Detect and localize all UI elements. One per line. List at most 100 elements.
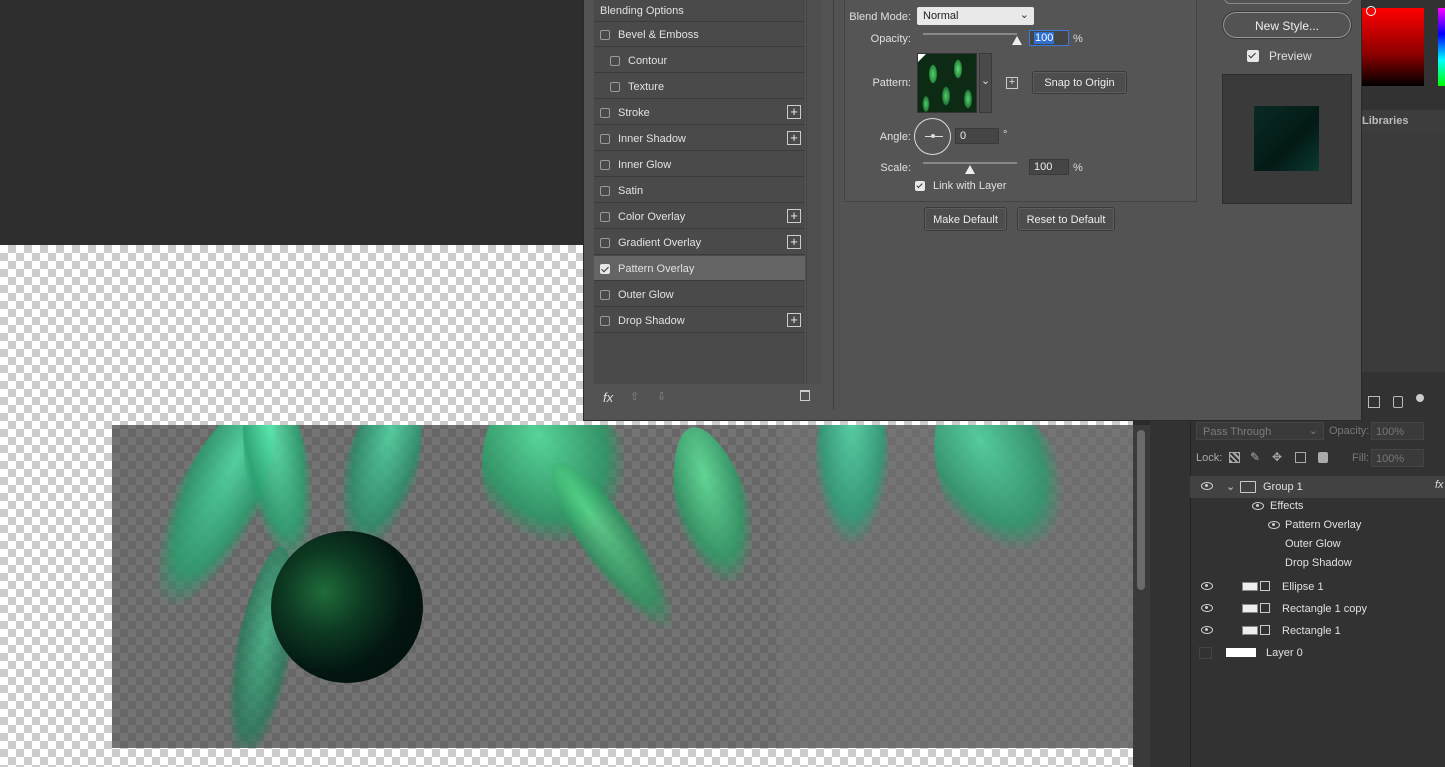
style-item-outer-glow[interactable]: Outer Glow [594, 282, 805, 307]
style-checkbox[interactable] [600, 30, 610, 40]
style-item-label: Inner Glow [618, 159, 672, 171]
layer-row-rectangle-1[interactable]: Rectangle 1 [1190, 620, 1445, 642]
arrow-down-icon[interactable]: ⇩ [657, 390, 666, 403]
style-item-label: Bevel & Emboss [618, 29, 699, 41]
style-item-inner-glow[interactable]: Inner Glow [594, 152, 805, 177]
layer-row-effects[interactable]: Effects [1190, 496, 1445, 516]
style-item-satin[interactable]: Satin [594, 178, 805, 203]
layer-blend-mode-value: Pass Through [1203, 426, 1272, 438]
style-checkbox[interactable] [600, 290, 610, 300]
make-default-button[interactable]: Make Default [924, 207, 1007, 231]
style-checkbox[interactable] [610, 82, 620, 92]
link-with-layer-checkbox[interactable] [915, 181, 925, 191]
canvas-artwork[interactable] [112, 425, 1133, 748]
eye-icon[interactable] [1201, 582, 1213, 590]
fx-icon[interactable]: fx [1435, 479, 1444, 491]
preview-checkbox[interactable] [1247, 50, 1259, 62]
trash-icon[interactable] [800, 390, 810, 401]
style-checkbox[interactable] [610, 56, 620, 66]
eye-icon[interactable] [1201, 482, 1213, 490]
snap-to-origin-button[interactable]: Snap to Origin [1032, 71, 1127, 94]
lock-filter-icon[interactable] [1393, 396, 1403, 408]
color-picker-field[interactable] [1362, 8, 1424, 86]
scale-slider-thumb[interactable] [965, 165, 975, 174]
lock-all-icon[interactable] [1318, 452, 1328, 463]
new-style-button[interactable]: New Style... [1222, 11, 1352, 39]
layer-row-group-1[interactable]: ⌄ Group 1 fx [1190, 476, 1445, 498]
blend-mode-label: Blend Mode: [849, 11, 911, 23]
fill-field[interactable]: 100% [1371, 449, 1424, 467]
style-item-inner-shadow[interactable]: Inner Shadow + [594, 126, 805, 151]
blend-mode-select[interactable]: Normal ⌄ [917, 7, 1034, 25]
style-item-blending-options[interactable]: Blending Options [594, 0, 805, 22]
eye-icon[interactable] [1268, 521, 1280, 529]
add-effect-icon[interactable]: + [787, 235, 801, 249]
eye-icon[interactable] [1201, 604, 1213, 612]
lock-artboard-icon[interactable] [1295, 452, 1306, 463]
canvas-scroll-thumb[interactable] [1137, 430, 1145, 590]
lock-transparent-icon[interactable] [1229, 452, 1240, 463]
style-item-bevel-emboss[interactable]: Bevel & Emboss [594, 22, 805, 47]
angle-field[interactable]: 0 [955, 128, 999, 144]
angle-dial[interactable] [914, 118, 951, 155]
style-item-pattern-overlay[interactable]: Pattern Overlay [594, 256, 805, 281]
layer-row-pattern-overlay[interactable]: Pattern Overlay [1190, 515, 1445, 535]
layer-opacity-field[interactable]: 100% [1371, 422, 1424, 440]
degree-symbol: ° [1003, 129, 1008, 141]
pattern-thumbnail[interactable] [917, 53, 977, 113]
pattern-picker-chevron[interactable]: ⌄ [979, 53, 992, 113]
opacity-slider-thumb[interactable] [1012, 36, 1022, 45]
opacity-slider-track[interactable] [923, 33, 1017, 35]
eye-icon[interactable] [1252, 502, 1264, 510]
style-checkbox[interactable] [600, 160, 610, 170]
style-checkbox[interactable] [600, 134, 610, 144]
lock-position-icon[interactable]: ✥ [1272, 450, 1282, 464]
opacity-label: Opacity: [870, 33, 911, 45]
hue-slider[interactable] [1438, 8, 1445, 86]
artboard-filter-icon[interactable] [1368, 396, 1380, 408]
ellipse-1-shape[interactable] [271, 531, 423, 683]
scale-slider-track[interactable] [923, 162, 1017, 164]
ok-button-edge[interactable] [1224, 0, 1352, 4]
style-checkbox[interactable] [600, 264, 610, 274]
add-effect-icon[interactable]: + [787, 313, 801, 327]
layer-row-outer-glow[interactable]: Outer Glow [1190, 534, 1445, 554]
style-checkbox[interactable] [600, 108, 610, 118]
visibility-toggle-empty[interactable] [1199, 647, 1212, 659]
layer-blend-mode-select[interactable]: Pass Through ⌄ [1196, 422, 1324, 440]
lock-image-icon[interactable]: ✎ [1250, 450, 1260, 464]
styles-list-scrollbar[interactable] [806, 0, 821, 384]
layer-row-drop-shadow[interactable]: Drop Shadow [1190, 553, 1445, 573]
scale-field[interactable]: 100 [1029, 159, 1069, 175]
fill-value: 100% [1376, 453, 1405, 465]
style-item-drop-shadow[interactable]: Drop Shadow + [594, 308, 805, 333]
style-checkbox[interactable] [600, 186, 610, 196]
layer-opacity-label: Opacity: [1329, 425, 1370, 437]
add-effect-icon[interactable]: + [787, 105, 801, 119]
style-item-contour[interactable]: Contour [594, 48, 805, 73]
pattern-label: Pattern: [872, 77, 911, 89]
layer-thumbnail [1242, 604, 1258, 613]
layer-row-rectangle-1-copy[interactable]: Rectangle 1 copy [1190, 598, 1445, 620]
arrow-up-icon[interactable]: ⇧ [630, 390, 639, 403]
style-checkbox[interactable] [600, 238, 610, 248]
new-preset-icon[interactable]: + [1006, 77, 1018, 89]
chevron-down-icon[interactable]: ⌄ [1226, 480, 1235, 493]
style-item-color-overlay[interactable]: Color Overlay + [594, 204, 805, 229]
add-effect-icon[interactable]: + [787, 209, 801, 223]
eye-icon[interactable] [1201, 626, 1213, 634]
style-checkbox[interactable] [600, 212, 610, 222]
opacity-field[interactable]: 100 [1029, 30, 1069, 46]
check-icon [1248, 50, 1256, 59]
layer-row-layer-0[interactable]: Layer 0 [1190, 642, 1445, 664]
layer-row-ellipse-1[interactable]: Ellipse 1 [1190, 576, 1445, 598]
style-item-texture[interactable]: Texture [594, 74, 805, 99]
add-effect-icon[interactable]: + [787, 131, 801, 145]
filter-toggle-icon[interactable] [1416, 394, 1424, 402]
fx-menu-icon[interactable]: fx [603, 390, 613, 405]
style-item-gradient-overlay[interactable]: Gradient Overlay + [594, 230, 805, 255]
style-item-stroke[interactable]: Stroke + [594, 100, 805, 125]
style-checkbox[interactable] [600, 316, 610, 326]
tab-libraries[interactable]: Libraries [1352, 110, 1445, 132]
reset-to-default-button[interactable]: Reset to Default [1017, 207, 1115, 231]
